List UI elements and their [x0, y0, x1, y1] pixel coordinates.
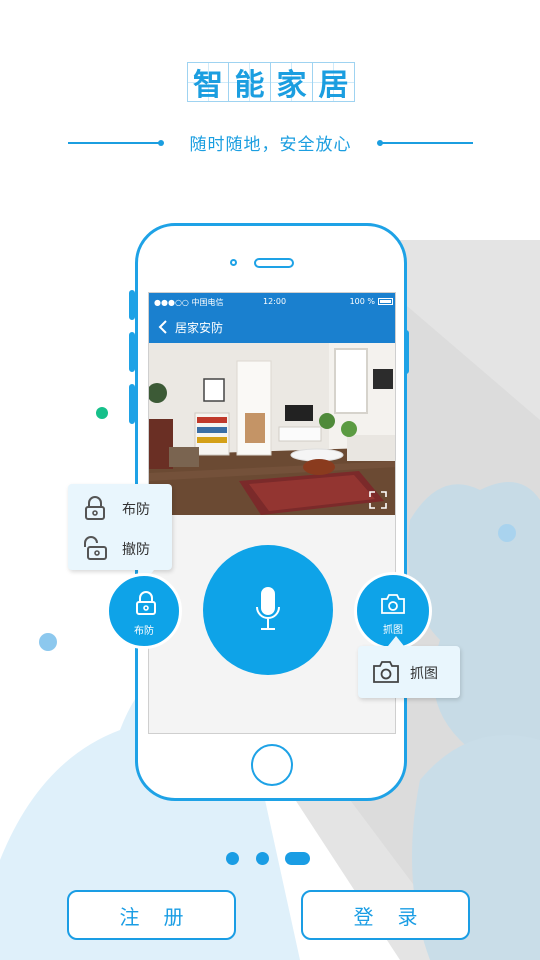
page-dot[interactable] — [226, 852, 239, 865]
camera-icon — [373, 661, 399, 683]
battery-label: 100 % — [349, 297, 375, 306]
page-dot-active[interactable] — [285, 852, 310, 865]
camera-icon — [381, 594, 405, 614]
status-bar: ●●●○○ 中国电信 12:00 100 % — [149, 293, 395, 311]
back-arrow-icon[interactable] — [157, 319, 171, 335]
snapshot-popup-label: 抓图 — [410, 666, 438, 682]
disarm-menu-item[interactable]: 撤防 — [68, 530, 172, 566]
title-char: 智 — [187, 62, 229, 103]
snapshot-button-label: 抓图 — [383, 625, 403, 636]
snapshot-popup[interactable]: 抓图 — [358, 636, 460, 698]
lock-open-icon — [84, 536, 107, 560]
divider-dot — [158, 140, 164, 146]
battery-icon — [378, 298, 393, 305]
phone-home-button — [251, 744, 293, 786]
camera-video-feed[interactable] — [149, 343, 395, 515]
lock-icon — [136, 591, 156, 615]
phone-mockup: ●●●○○ 中国电信 12:00 100 % 居家安防 — [135, 223, 407, 801]
disarm-menu-item-label: 撤防 — [122, 542, 150, 558]
microphone-icon — [256, 587, 280, 630]
divider-line — [381, 142, 473, 144]
page-indicator — [226, 852, 316, 866]
phone-camera — [230, 259, 237, 266]
register-button[interactable]: 注册 — [67, 890, 236, 940]
divider-line — [68, 142, 160, 144]
app-title: 智 能 家 居 — [187, 62, 355, 103]
login-button[interactable]: 登录 — [301, 890, 470, 940]
arm-popup-menu: 布防 撤防 — [68, 484, 172, 580]
arm-button-label: 布防 — [134, 626, 154, 637]
arm-menu-item[interactable]: 布防 — [68, 490, 172, 526]
arm-menu-item-label: 布防 — [122, 502, 150, 518]
carrier-label: ●●●○○ 中国电信 — [154, 298, 224, 307]
title-char: 居 — [313, 62, 355, 103]
nav-title: 居家安防 — [175, 321, 224, 335]
fullscreen-icon[interactable] — [369, 491, 387, 509]
subtitle: 随时随地，安全放心 — [189, 135, 352, 155]
nav-bar: 居家安防 — [149, 311, 395, 343]
subtitle-row: 随时随地，安全放心 — [68, 130, 473, 156]
title-char: 家 — [271, 62, 313, 103]
title-char: 能 — [229, 62, 271, 103]
room-image — [149, 343, 395, 515]
lock-closed-icon — [85, 496, 105, 520]
phone-speaker — [254, 258, 294, 268]
page-dot[interactable] — [256, 852, 269, 865]
status-time: 12:00 — [263, 297, 287, 306]
microphone-button[interactable] — [203, 545, 333, 675]
arm-button[interactable]: 布防 — [106, 573, 182, 649]
